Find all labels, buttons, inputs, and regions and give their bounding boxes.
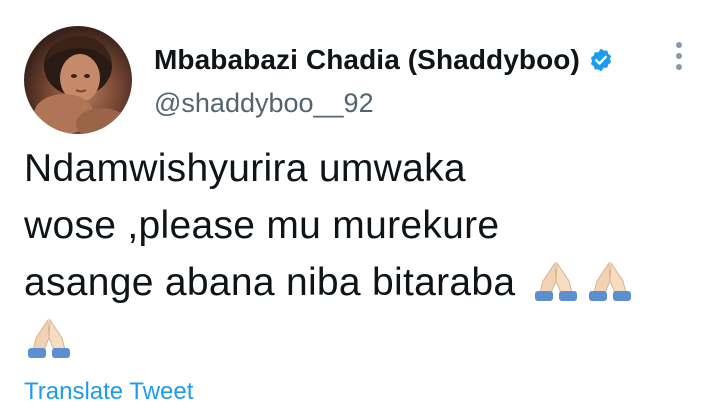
- more-options-icon[interactable]: [667, 42, 691, 76]
- tweet-text-line: asange abana niba bitaraba: [24, 261, 516, 304]
- verified-badge-icon: [588, 47, 614, 73]
- author-handle[interactable]: @shaddyboo__92: [154, 88, 374, 119]
- tweet-text-line-with-emoji: asange abana niba bitaraba: [24, 254, 694, 311]
- author-name-row[interactable]: Mbababazi Chadia (Shaddyboo): [154, 40, 614, 80]
- tweet-emoji-line: [24, 311, 694, 368]
- avatar[interactable]: [24, 26, 132, 134]
- folded-hands-icon: [585, 259, 635, 303]
- tweet-text-line: Ndamwishyurira umwaka: [24, 147, 466, 190]
- translate-tweet-link[interactable]: Translate Tweet: [24, 378, 193, 406]
- avatar-photo: [34, 35, 128, 134]
- folded-hands-icon: [24, 316, 74, 360]
- author-display-name[interactable]: Mbababazi Chadia (Shaddyboo): [154, 44, 580, 76]
- tweet-card: Mbababazi Chadia (Shaddyboo) @shaddyboo_…: [0, 0, 720, 409]
- folded-hands-icon: [531, 259, 581, 303]
- tweet-text: Ndamwishyurira umwaka wose ,please mu mu…: [24, 140, 694, 368]
- tweet-text-line: wose ,please mu murekure: [24, 204, 500, 247]
